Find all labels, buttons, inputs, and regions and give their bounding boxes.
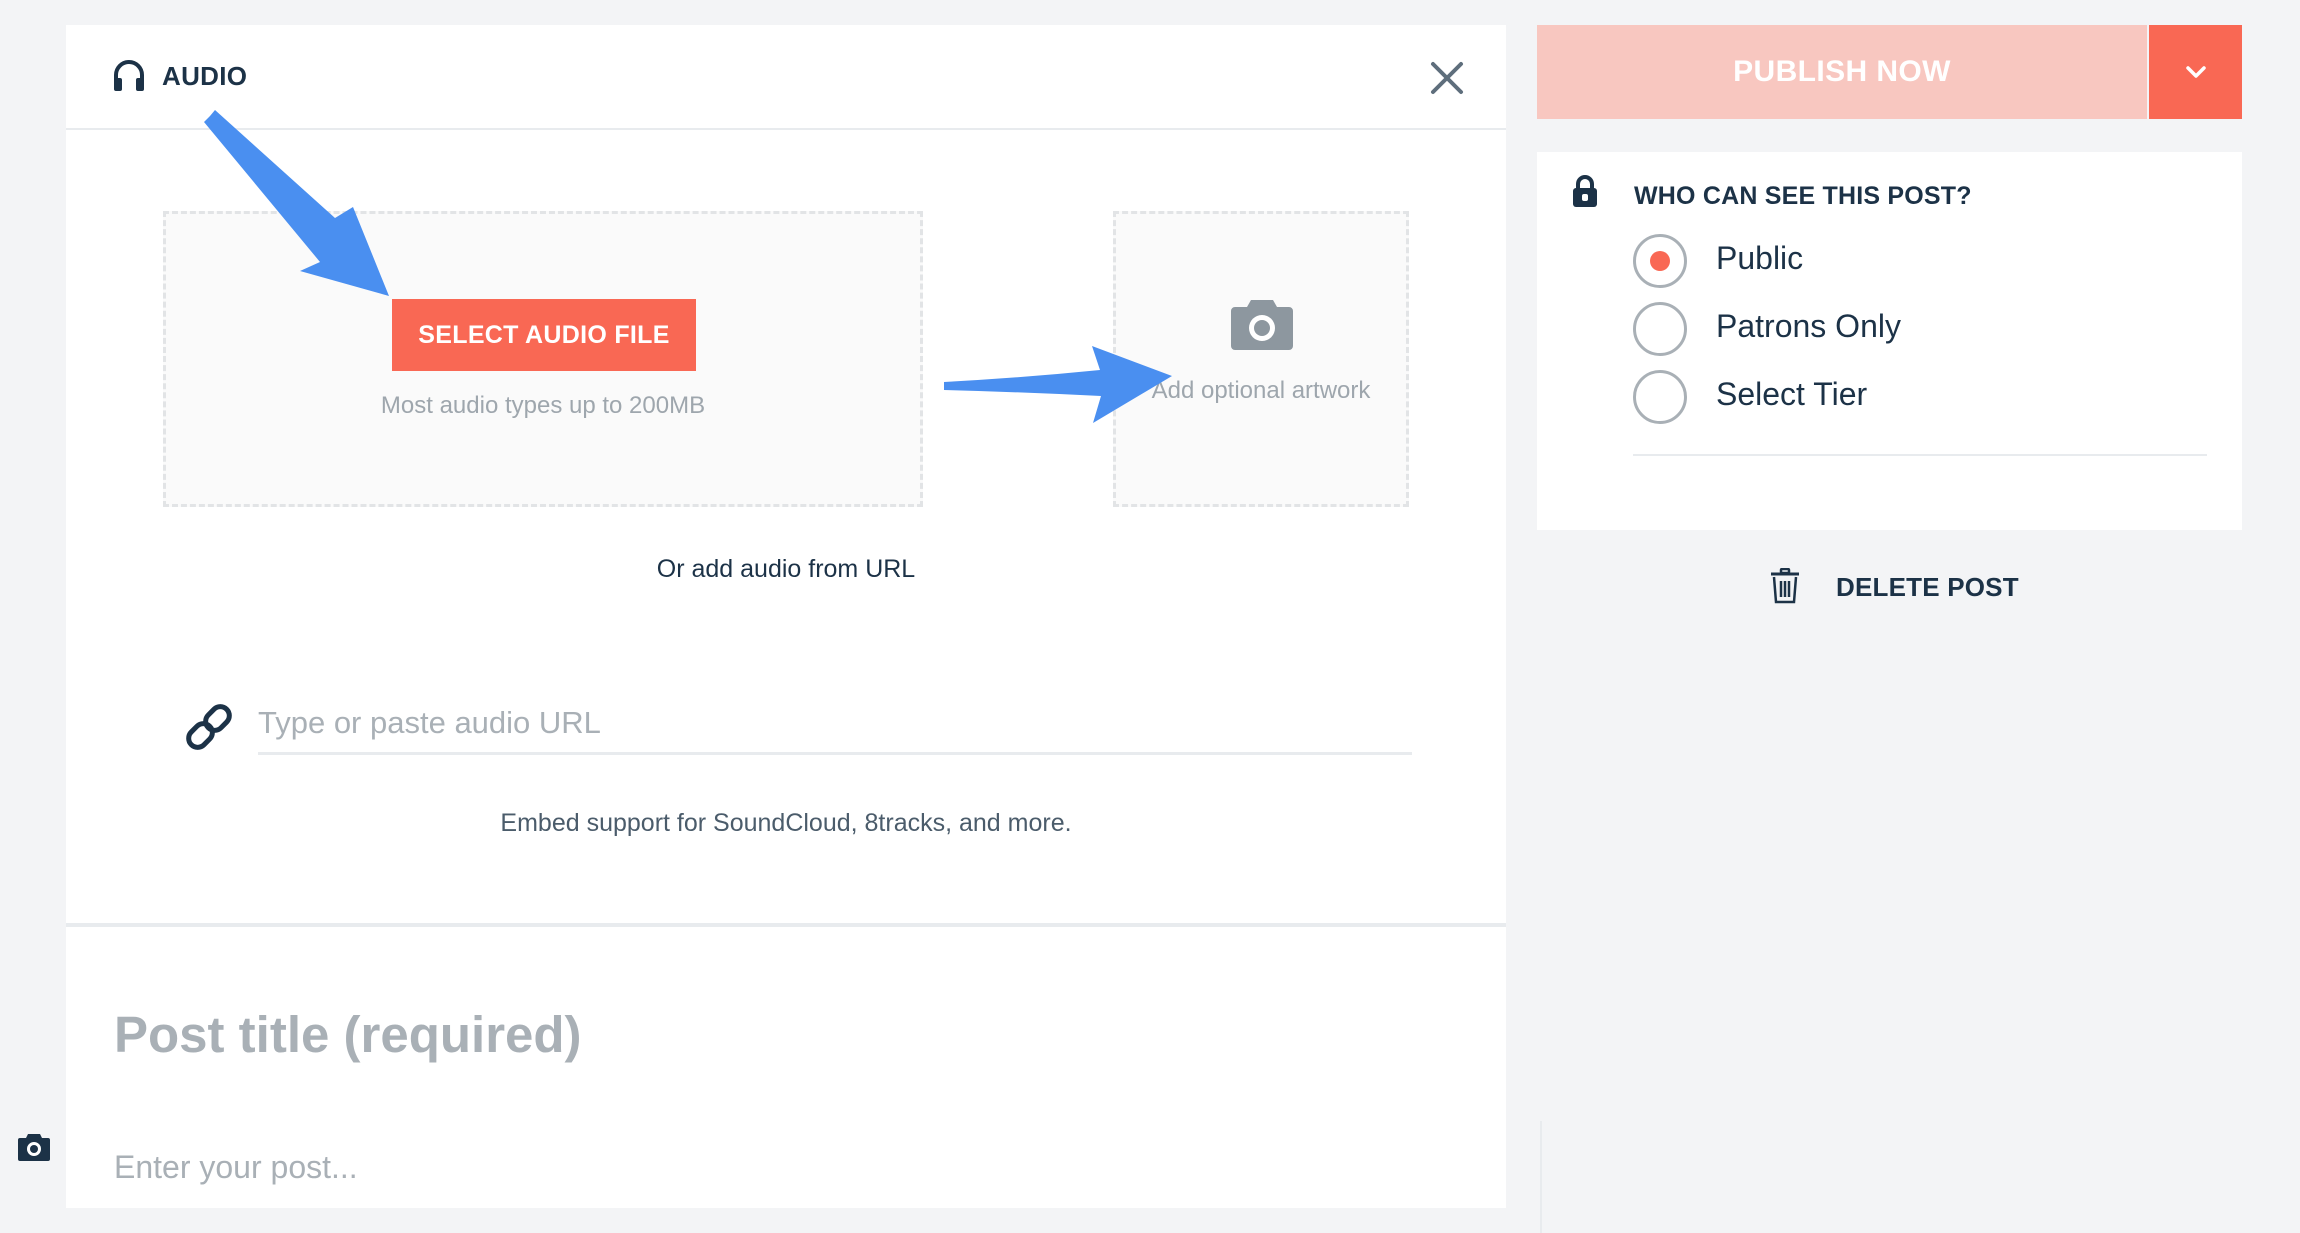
post-title-input[interactable]: [114, 1005, 1414, 1064]
radio-label: Public: [1716, 240, 1804, 276]
section-divider: [66, 923, 1506, 927]
visibility-option-patrons-only[interactable]: Patrons Only: [1633, 302, 2193, 356]
audio-dropzone[interactable]: SELECT AUDIO FILE Most audio types up to…: [163, 211, 923, 507]
trash-icon: [1771, 568, 1799, 604]
delete-post-button[interactable]: DELETE POST: [1770, 562, 2030, 610]
post-editor: AUDIO SELECT AUDIO FILE Most audio types…: [66, 25, 1542, 1233]
audio-header: AUDIO: [66, 25, 1506, 130]
chevron-down-icon: [2186, 66, 2206, 78]
select-audio-file-button[interactable]: SELECT AUDIO FILE: [392, 299, 696, 371]
dropzone-hint: Most audio types up to 200MB: [380, 392, 706, 419]
audio-url-input[interactable]: [258, 693, 1412, 755]
link-icon: [186, 704, 232, 750]
visibility-card: WHO CAN SEE THIS POST? Public Patrons On…: [1537, 152, 2242, 530]
lock-icon: [1573, 175, 1597, 207]
headphones-icon: [114, 60, 144, 91]
close-icon[interactable]: [1422, 53, 1472, 103]
radio-selected[interactable]: [1633, 234, 1687, 288]
or-add-url-text: Or add audio from URL: [656, 555, 916, 583]
delete-post-label: DELETE POST: [1836, 572, 2019, 602]
visibility-option-public[interactable]: Public: [1633, 234, 2193, 288]
publish-options-button[interactable]: [2149, 25, 2242, 119]
post-body-input[interactable]: [114, 1149, 1414, 1186]
artwork-label: Add optional artwork: [1151, 377, 1371, 404]
radio-unselected[interactable]: [1633, 370, 1687, 424]
embed-support-note: Embed support for SoundCloud, 8tracks, a…: [500, 809, 1072, 837]
camera-icon[interactable]: [17, 1132, 51, 1162]
artwork-dropzone[interactable]: Add optional artwork: [1113, 211, 1409, 507]
visibility-divider: [1633, 454, 2207, 456]
editor-divider: [1540, 1121, 1542, 1233]
camera-icon: [1231, 300, 1293, 350]
visibility-title: WHO CAN SEE THIS POST?: [1634, 182, 1972, 210]
radio-label: Select Tier: [1716, 376, 1868, 412]
radio-label: Patrons Only: [1716, 308, 1901, 344]
audio-section-title: AUDIO: [162, 61, 248, 91]
radio-unselected[interactable]: [1633, 302, 1687, 356]
publish-now-button[interactable]: PUBLISH NOW: [1537, 25, 2147, 119]
visibility-option-select-tier[interactable]: Select Tier: [1633, 370, 2193, 424]
